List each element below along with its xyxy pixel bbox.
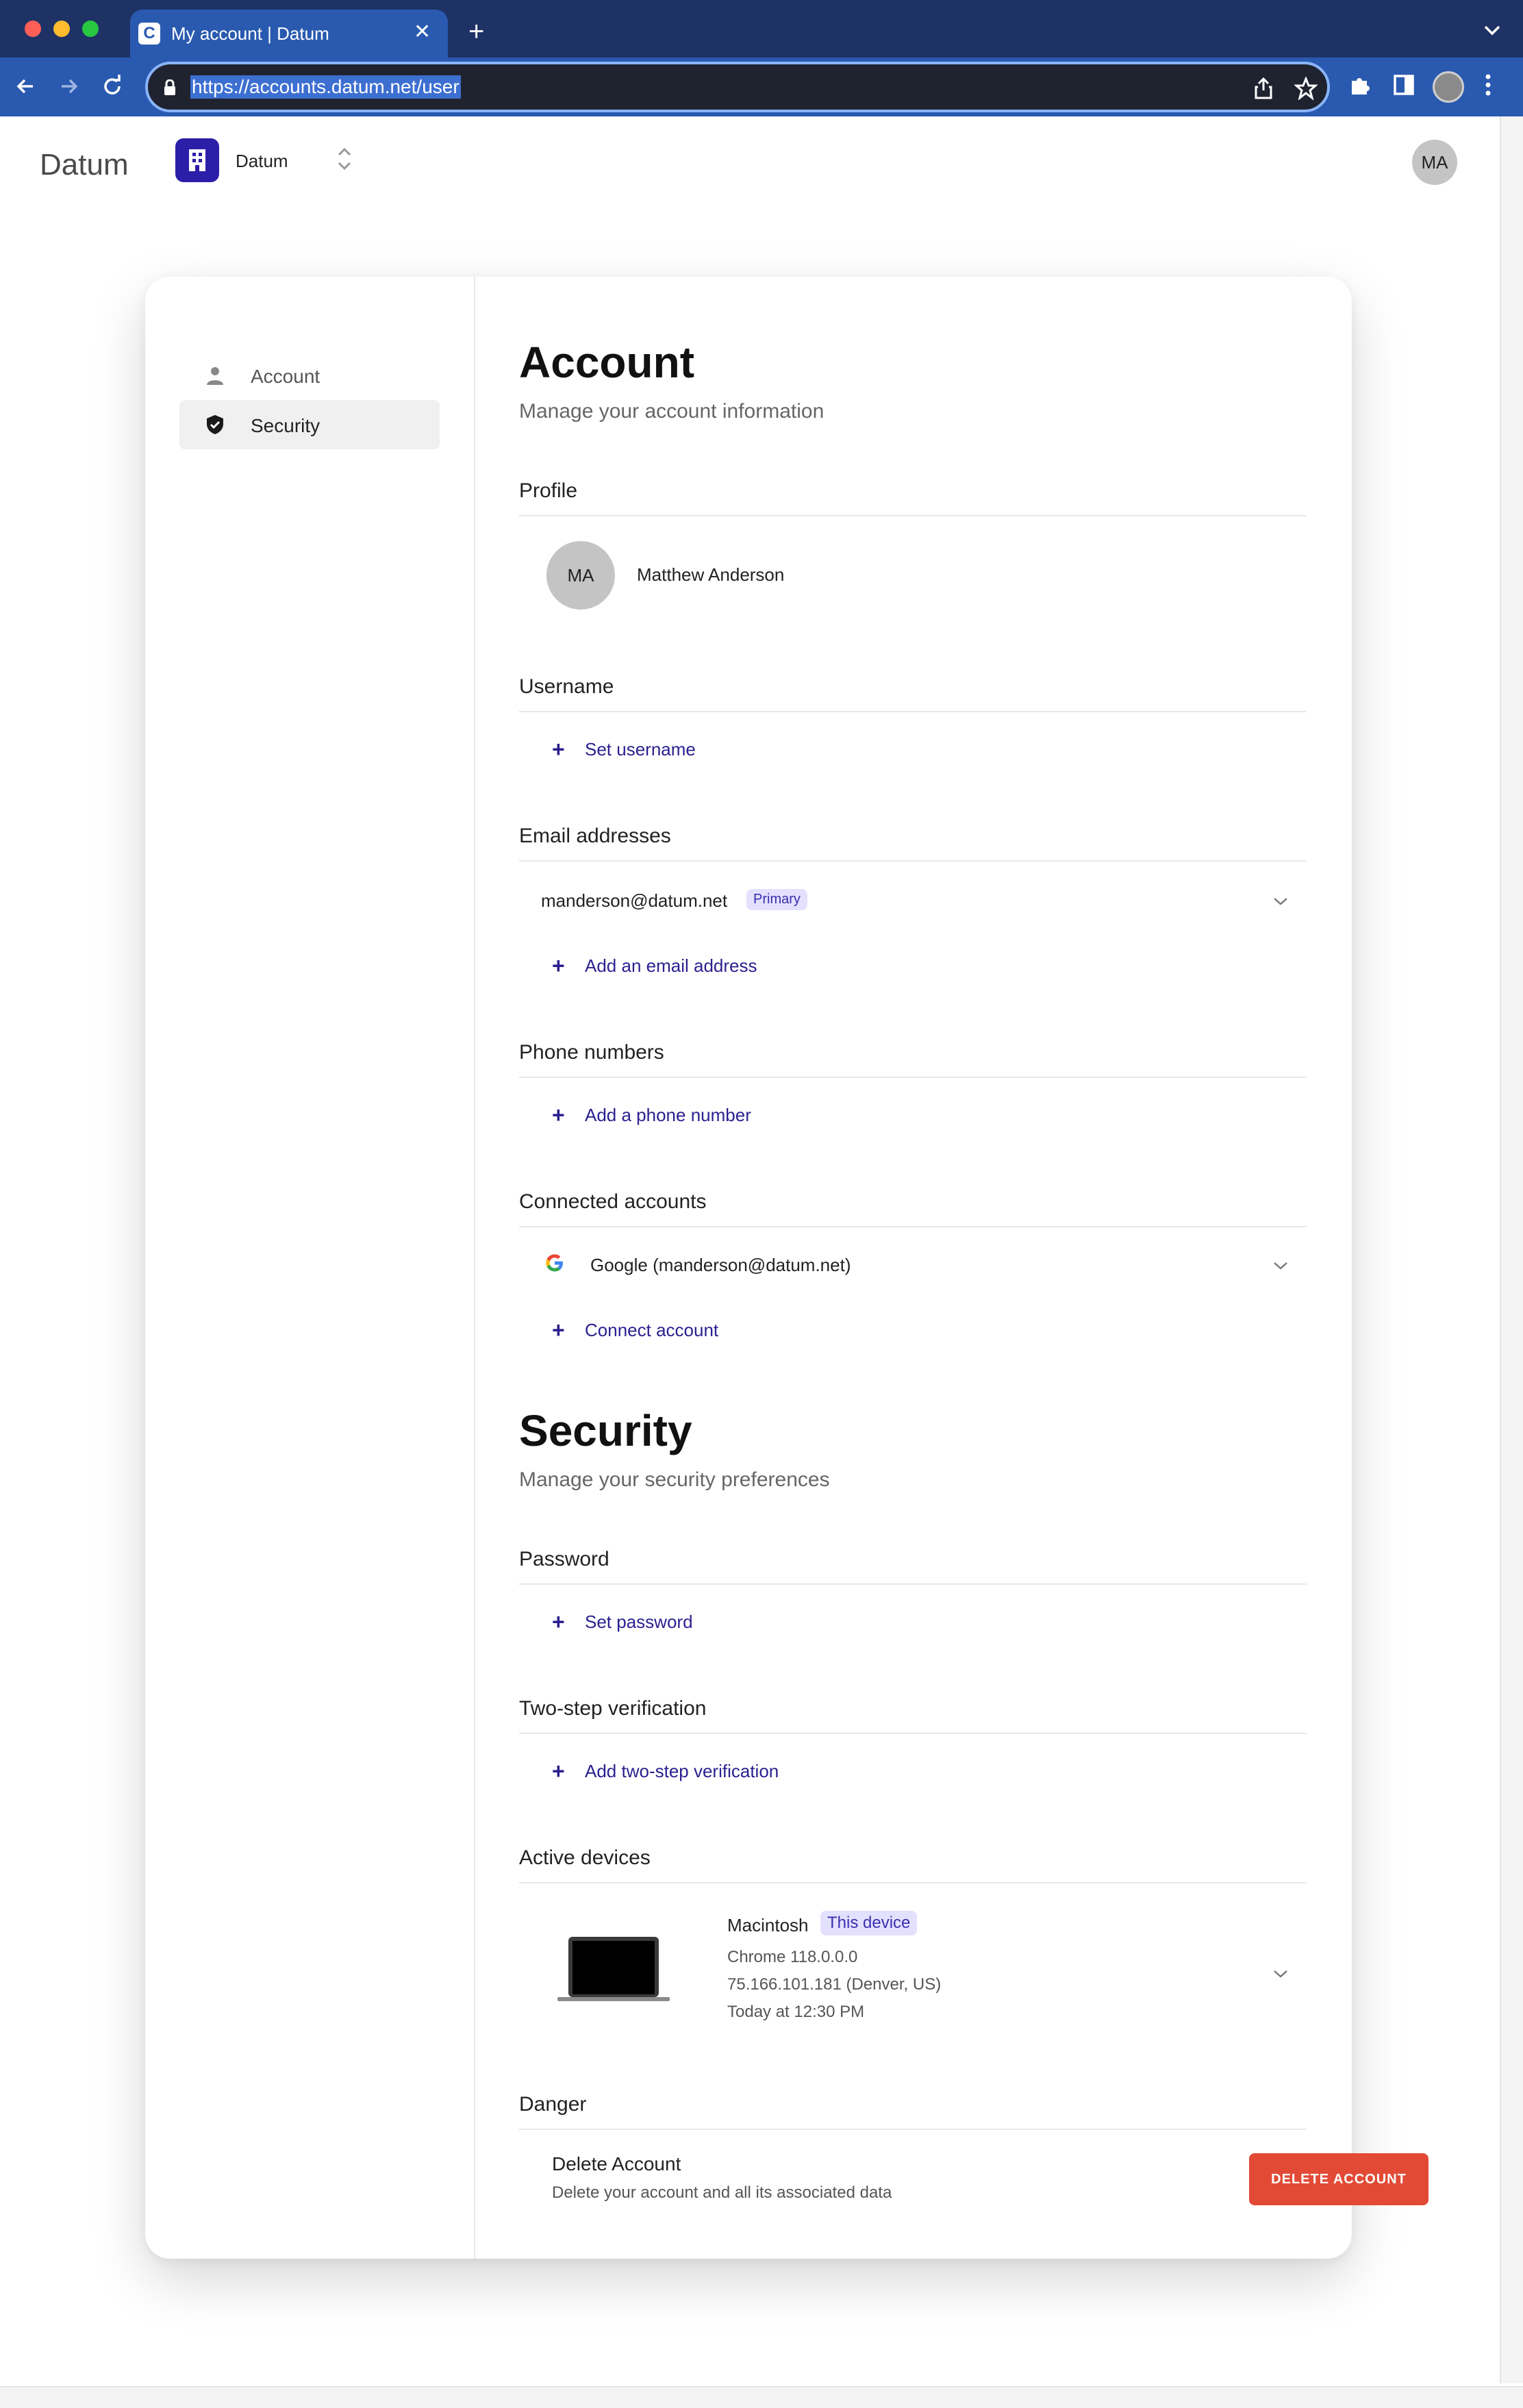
window-minimize-button[interactable] (53, 21, 70, 37)
device-ip-location: 75.166.101.181 (Denver, US) (727, 1975, 942, 1994)
phone-section-title: Phone numbers (519, 1041, 664, 1064)
reload-icon[interactable] (99, 73, 126, 100)
section-divider (519, 1882, 1307, 1883)
plus-icon: + (552, 953, 565, 978)
url-text[interactable]: https://accounts.datum.net/user (190, 75, 461, 99)
plus-icon: + (552, 1103, 565, 1127)
user-profile-card: Account Security Account Manage your acc… (145, 277, 1428, 2259)
connect-account-button[interactable]: + Connect account (552, 1316, 718, 1342)
device-browser: Chrome 118.0.0.0 (727, 1948, 858, 1966)
device-last-active: Today at 12:30 PM (727, 2003, 865, 2021)
add-two-step-button[interactable]: + Add two-step verification (552, 1757, 779, 1783)
profile-avatar[interactable]: MA (546, 541, 615, 610)
plus-icon: + (552, 1609, 565, 1634)
new-tab-button[interactable]: + (468, 18, 484, 45)
chevron-down-icon[interactable] (1272, 1260, 1289, 1271)
account-subtitle: Manage your account information (519, 400, 825, 423)
email-address[interactable]: manderson@datum.net (541, 890, 727, 912)
set-username-button[interactable]: + Set username (552, 736, 696, 762)
this-device-badge: This device (820, 1911, 918, 1935)
window-zoom-button[interactable] (82, 21, 99, 37)
lock-icon[interactable] (163, 79, 177, 96)
active-devices-section-title: Active devices (519, 1846, 651, 1869)
address-bar[interactable]: https://accounts.datum.net/user (145, 62, 1330, 112)
section-divider (519, 1077, 1307, 1078)
tab-title: My account | Datum (171, 23, 329, 44)
section-divider (519, 2129, 1307, 2130)
organization-switcher-icon[interactable] (336, 145, 353, 173)
building-icon (189, 149, 205, 171)
username-section-title: Username (519, 675, 614, 698)
two-step-section-title: Two-step verification (519, 1697, 707, 1720)
side-panel-icon[interactable] (1393, 73, 1415, 97)
window-close-button[interactable] (25, 21, 41, 37)
google-icon (546, 1254, 563, 1272)
card-divider (474, 277, 475, 2259)
primary-badge: Primary (746, 889, 807, 910)
forward-arrow-icon[interactable] (55, 73, 82, 100)
horizontal-scrollbar[interactable] (0, 2386, 1523, 2408)
sidebar-item-security[interactable]: Security (179, 400, 440, 449)
browser-menu-kebab-icon[interactable] (1485, 73, 1491, 97)
laptop-icon (557, 1937, 670, 2001)
password-section-title: Password (519, 1548, 609, 1570)
profile-section-title: Profile (519, 479, 578, 502)
add-email-button[interactable]: + Add an email address (552, 952, 757, 978)
plus-icon: + (552, 737, 565, 762)
sidebar-item-account[interactable]: Account (179, 351, 440, 400)
add-phone-button[interactable]: + Add a phone number (552, 1101, 751, 1127)
section-divider (519, 860, 1307, 862)
browser-tab-bar: C My account | Datum ✕ + (0, 0, 1523, 58)
plus-icon: + (552, 1759, 565, 1783)
tab-close-icon[interactable]: ✕ (414, 22, 431, 42)
browser-tab-active[interactable]: C My account | Datum ✕ (130, 10, 448, 58)
section-divider (519, 711, 1307, 712)
connected-google-account[interactable]: Google (manderson@datum.net) (590, 1255, 851, 1276)
profile-name[interactable]: Matthew Anderson (637, 564, 784, 586)
chevron-down-icon[interactable] (1272, 896, 1289, 907)
extensions-puzzle-icon[interactable] (1348, 73, 1372, 97)
shield-icon (207, 415, 223, 434)
organization-name[interactable]: Datum (236, 151, 288, 172)
browser-profile-avatar[interactable] (1433, 71, 1464, 103)
brand-logo-text[interactable]: Datum (40, 148, 129, 182)
user-avatar-button[interactable]: MA (1412, 140, 1457, 185)
device-name[interactable]: Macintosh (727, 1915, 809, 1936)
section-divider (519, 1226, 1307, 1227)
security-heading: Security (519, 1406, 692, 1455)
security-subtitle: Manage your security preferences (519, 1468, 830, 1491)
sidebar-item-label: Security (251, 415, 320, 436)
plus-icon: + (552, 1318, 565, 1342)
account-heading: Account (519, 338, 694, 387)
email-section-title: Email addresses (519, 825, 671, 847)
connected-accounts-section-title: Connected accounts (519, 1190, 707, 1213)
set-password-button[interactable]: + Set password (552, 1608, 693, 1634)
section-divider (519, 515, 1307, 516)
section-divider (519, 1733, 1307, 1734)
delete-account-button[interactable]: DELETE ACCOUNT (1249, 2153, 1428, 2205)
bookmark-star-icon[interactable] (1294, 77, 1318, 100)
organization-logo[interactable] (175, 138, 219, 182)
delete-account-description: Delete your account and all its associat… (552, 2183, 892, 2202)
delete-account-title: Delete Account (552, 2153, 681, 2174)
vertical-scrollbar[interactable] (1500, 116, 1523, 2383)
section-divider (519, 1583, 1307, 1585)
tab-search-chevron-icon[interactable] (1483, 25, 1501, 36)
danger-section-title: Danger (519, 2093, 587, 2116)
browser-toolbar: https://accounts.datum.net/user (0, 58, 1523, 116)
share-icon[interactable] (1253, 77, 1274, 100)
clerk-favicon-icon: C (138, 23, 160, 45)
sidebar-item-label: Account (251, 366, 320, 387)
person-icon (207, 367, 223, 385)
chevron-down-icon[interactable] (1272, 1968, 1289, 1979)
back-arrow-icon[interactable] (12, 73, 40, 100)
